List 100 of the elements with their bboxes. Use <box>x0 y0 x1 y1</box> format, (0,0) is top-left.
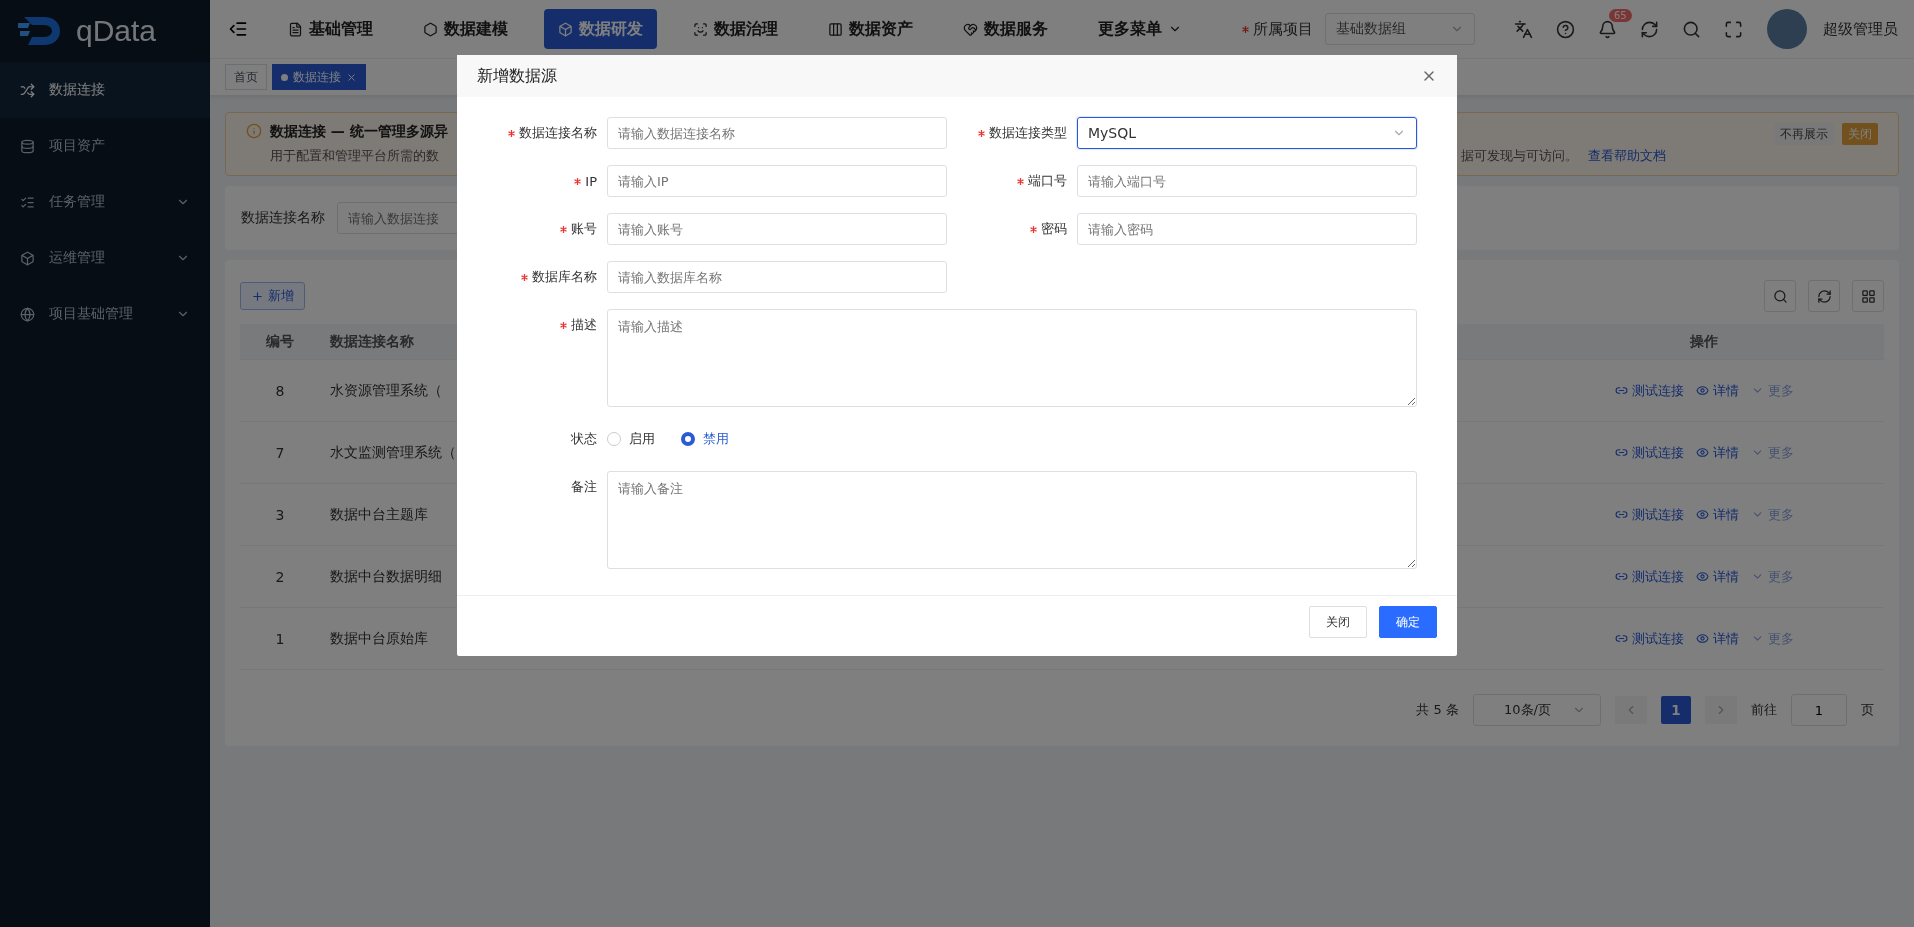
active-dot-icon <box>281 73 288 81</box>
table-cell-text: 水资源管理系统（ <box>329 381 443 400</box>
text-input[interactable]: 请输入密码 <box>1077 213 1417 245</box>
grid-button[interactable] <box>1852 280 1884 312</box>
sidebar-item[interactable]: 数据连接 <box>0 62 210 118</box>
table-cell-text: 1 <box>274 630 286 647</box>
eye-icon <box>1695 446 1709 459</box>
action-link[interactable]: 详情 <box>1695 443 1739 462</box>
translate-icon[interactable] <box>1513 19 1533 39</box>
table-cell-text: 7 <box>274 444 286 461</box>
refresh-icon <box>1816 288 1832 304</box>
field-label: 端口号 <box>1028 172 1067 190</box>
eye-icon <box>1695 632 1709 645</box>
grid-icon <box>1860 288 1876 304</box>
select-field[interactable]: MySQL <box>1077 117 1417 149</box>
filter-label: 数据连接名称 <box>241 209 325 227</box>
search-icon <box>1772 288 1788 304</box>
info-icon <box>246 123 262 139</box>
dialog-button[interactable]: 确定 <box>1379 606 1437 638</box>
link-icon <box>1614 632 1628 645</box>
action-link[interactable]: 测试连接 <box>1614 629 1684 648</box>
sidebar-item[interactable]: 项目资产 <box>0 118 210 174</box>
action-link[interactable]: 测试连接 <box>1614 381 1684 400</box>
action-link[interactable]: 更多 <box>1750 567 1794 586</box>
table-cell-text: 水文监测管理系统（ <box>329 443 457 462</box>
refresh-icon[interactable] <box>1639 19 1659 39</box>
text-input[interactable]: 请输入数据库名称 <box>607 261 947 293</box>
field-label: 账号 <box>571 220 597 238</box>
radio-option[interactable]: 禁用 <box>681 430 729 448</box>
sidebar-item[interactable]: 任务管理 <box>0 174 210 230</box>
page-tab[interactable]: 数据连接 <box>272 64 366 90</box>
text-input[interactable]: 请输入端口号 <box>1077 165 1417 197</box>
column-header: 操作 <box>1689 332 1719 351</box>
field-label: 数据库名称 <box>532 268 597 286</box>
sidebar-item[interactable]: 项目基础管理 <box>0 286 210 342</box>
dialog-title: 新增数据源 <box>477 65 557 87</box>
link-icon <box>1614 384 1628 397</box>
alert-title: 数据连接 — 统一管理多源异 <box>270 123 448 141</box>
bell-icon[interactable] <box>1597 19 1617 39</box>
nav-item[interactable]: 数据研发 <box>544 9 657 49</box>
close-icon[interactable] <box>346 71 357 83</box>
textarea-field[interactable]: 请输入描述 <box>607 309 1417 407</box>
column-header: 编号 <box>265 332 295 351</box>
action-link[interactable]: 详情 <box>1695 381 1739 400</box>
nav-item[interactable]: 数据资产 <box>814 9 927 49</box>
table-cell-text: 3 <box>274 506 286 523</box>
field-label: IP <box>585 173 597 189</box>
action-link[interactable]: 更多 <box>1750 629 1794 648</box>
refresh-button[interactable] <box>1808 280 1840 312</box>
field-label: 描述 <box>571 316 597 334</box>
eye-icon <box>1695 570 1709 583</box>
nav-item[interactable]: 数据服务 <box>949 9 1062 49</box>
add-button[interactable]: 新增 <box>240 282 305 310</box>
action-link[interactable]: 更多 <box>1750 505 1794 524</box>
search-button[interactable] <box>1764 280 1796 312</box>
link-icon <box>1614 570 1628 583</box>
search-icon[interactable] <box>1681 19 1701 39</box>
project-select[interactable]: 基础数据组 <box>1325 13 1475 45</box>
fullscreen-icon[interactable] <box>1723 19 1743 39</box>
textarea-field[interactable]: 请输入备注 <box>607 471 1417 569</box>
help-icon[interactable] <box>1555 19 1575 39</box>
field-label: 数据连接名称 <box>519 124 597 142</box>
page-tab[interactable]: 首页 <box>225 64 267 90</box>
menu-collapse-icon[interactable] <box>228 19 248 39</box>
table-cell-text: 数据中台主题库 <box>329 505 429 524</box>
logo-text: qData <box>76 14 157 48</box>
page-size-select[interactable]: 10条/页 <box>1473 694 1601 726</box>
nav-item[interactable]: 数据治理 <box>679 9 792 49</box>
table-cell-text: 数据中台数据明细 <box>329 567 443 586</box>
eye-icon <box>1695 508 1709 521</box>
goto-input[interactable]: 1 <box>1791 694 1847 726</box>
action-link[interactable]: 详情 <box>1695 505 1739 524</box>
action-link[interactable]: 详情 <box>1695 567 1739 586</box>
avatar[interactable] <box>1767 9 1807 49</box>
alert-button[interactable]: 关闭 <box>1842 123 1878 145</box>
nav-item[interactable]: 数据建模 <box>409 9 522 49</box>
text-input[interactable]: 请输入IP <box>607 165 947 197</box>
column-header: 数据连接名称 <box>329 332 415 351</box>
sidebar-item[interactable]: 运维管理 <box>0 230 210 286</box>
user-name: 超级管理员 <box>1823 19 1898 39</box>
alert-button[interactable]: 不再展示 <box>1774 123 1834 145</box>
radio-option[interactable]: 启用 <box>607 430 655 448</box>
action-link[interactable]: 更多 <box>1750 381 1794 400</box>
link-icon <box>1614 508 1628 521</box>
nav-item[interactable]: 基础管理 <box>274 9 387 49</box>
text-input[interactable]: 请输入数据连接名称 <box>607 117 947 149</box>
table-cell-text: 8 <box>274 382 286 399</box>
alert-text: 用于配置和管理平台所需的数 <box>270 147 439 165</box>
total-count: 共 5 条 <box>1416 701 1459 719</box>
help-link[interactable]: 查看帮助文档 <box>1588 147 1666 165</box>
action-link[interactable]: 测试连接 <box>1614 567 1684 586</box>
action-link[interactable]: 测试连接 <box>1614 443 1684 462</box>
more-menu[interactable]: 更多菜单 <box>1084 9 1196 49</box>
action-link[interactable]: 测试连接 <box>1614 505 1684 524</box>
link-icon <box>1614 446 1628 459</box>
action-link[interactable]: 更多 <box>1750 443 1794 462</box>
text-input[interactable]: 请输入账号 <box>607 213 947 245</box>
page-number[interactable]: 1 <box>1661 696 1691 724</box>
dialog-button[interactable]: 关闭 <box>1309 606 1367 638</box>
action-link[interactable]: 详情 <box>1695 629 1739 648</box>
